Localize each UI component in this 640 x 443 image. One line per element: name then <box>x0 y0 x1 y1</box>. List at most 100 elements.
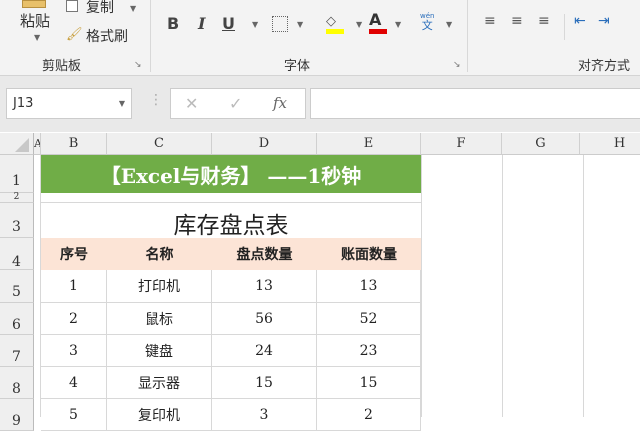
column-header-g[interactable]: G <box>502 133 580 155</box>
phonetic-button[interactable]: wén 文 <box>420 13 434 32</box>
bold-button[interactable]: B <box>167 14 179 33</box>
separator <box>564 14 565 40</box>
table-cell[interactable]: 复印机 <box>107 399 212 431</box>
table-cell[interactable]: 56 <box>212 303 317 335</box>
table-row: 5 复印机 3 2 <box>41 399 421 431</box>
row-header-2[interactable]: 2 <box>0 193 34 203</box>
table-cell[interactable]: 5 <box>41 399 107 431</box>
font-group-label: 字体 <box>284 59 311 74</box>
table-cell[interactable]: 鼠标 <box>107 303 212 335</box>
name-box[interactable]: J13 ▼ <box>6 88 132 119</box>
row-header-3[interactable]: 3 <box>0 203 34 238</box>
cancel-button[interactable]: ✕ <box>185 94 198 113</box>
column-header-d[interactable]: D <box>212 133 317 155</box>
row-header-6[interactable]: 6 <box>0 303 34 335</box>
select-all-button[interactable] <box>0 133 34 155</box>
phonetic-bottom: 文 <box>421 19 433 32</box>
formula-buttons: ✕ ✓ fx <box>170 88 306 119</box>
column-header-e[interactable]: E <box>317 133 421 155</box>
decrease-indent-icon[interactable]: ⇤ <box>574 13 586 29</box>
paste-button[interactable]: 粘贴 <box>20 10 50 31</box>
row-header-1[interactable]: 1 <box>0 155 34 193</box>
table-cell[interactable]: 键盘 <box>107 335 212 367</box>
paste-icon <box>22 0 46 8</box>
font-color-button[interactable]: A <box>369 10 387 34</box>
table-row: 4 显示器 15 15 <box>41 367 421 399</box>
grid-empty-area[interactable] <box>421 155 640 417</box>
column-header-b[interactable]: B <box>41 133 107 155</box>
table-cell[interactable]: 15 <box>317 367 421 399</box>
insert-function-button[interactable]: fx <box>273 94 287 112</box>
table-cell[interactable]: 23 <box>317 335 421 367</box>
table-cell[interactable]: 打印机 <box>107 270 212 303</box>
fill-color-dropdown[interactable]: ▼ <box>356 20 362 29</box>
italic-button[interactable]: I <box>198 14 205 33</box>
align-center-icon[interactable]: ≡ <box>511 13 523 29</box>
copy-dropdown[interactable]: ▼ <box>130 4 136 13</box>
fill-color-icon[interactable]: ◇ <box>326 14 344 34</box>
row-header-4[interactable]: 4 <box>0 238 34 270</box>
table-row: 2 鼠标 56 52 <box>41 303 421 335</box>
underline-button[interactable]: U <box>222 14 235 33</box>
header-cell[interactable]: 账面数量 <box>317 238 421 270</box>
underline-dropdown[interactable]: ▼ <box>252 20 258 29</box>
font-color-dropdown[interactable]: ▼ <box>395 20 401 29</box>
ribbon: 粘贴 ▼ 复制 ▼ 🖌 格式刷 剪贴板 ↘ B I U ▼ ▼ ◇ ▼ A ▼ … <box>0 0 640 76</box>
border-icon[interactable] <box>272 16 288 32</box>
font-color-bar-icon <box>369 29 387 34</box>
data-rows: 1 打印机 13 13 2 鼠标 56 52 3 键盘 24 23 4 显示器 15 15 5 复印机 3 2 <box>41 270 421 431</box>
header-cell[interactable]: 序号 <box>41 238 107 270</box>
border-dropdown[interactable]: ▼ <box>297 20 303 29</box>
enter-button[interactable]: ✓ <box>229 94 242 113</box>
clipboard-group-label: 剪贴板 <box>42 59 82 74</box>
table-row: 3 键盘 24 23 <box>41 335 421 367</box>
row-header-5[interactable]: 5 <box>0 270 34 303</box>
table-cell[interactable]: 15 <box>212 367 317 399</box>
formula-bar-area: J13 ▼ ⋮ ✕ ✓ fx <box>0 76 640 132</box>
paste-dropdown[interactable]: ▼ <box>34 33 40 42</box>
table-cell[interactable]: 24 <box>212 335 317 367</box>
table-cell[interactable]: 1 <box>41 270 107 303</box>
column-header-c[interactable]: C <box>107 133 212 155</box>
copy-icon <box>66 0 78 12</box>
header-row: 序号 名称 盘点数量 账面数量 <box>41 238 421 270</box>
table-cell[interactable]: 13 <box>212 270 317 303</box>
header-cell[interactable]: 盘点数量 <box>212 238 317 270</box>
column-header-h[interactable]: H <box>580 133 640 155</box>
row-header-9[interactable]: 9 <box>0 399 34 431</box>
table-cell[interactable]: 显示器 <box>107 367 212 399</box>
separator <box>150 0 151 72</box>
copy-button[interactable]: 复制 <box>86 0 114 17</box>
name-box-value: J13 <box>13 96 34 111</box>
phonetic-dropdown[interactable]: ▼ <box>446 20 452 29</box>
table-cell[interactable]: 4 <box>41 367 107 399</box>
row-header-8[interactable]: 8 <box>0 367 34 399</box>
formula-input[interactable] <box>310 88 640 119</box>
table-cell[interactable]: 52 <box>317 303 421 335</box>
row-header-7[interactable]: 7 <box>0 335 34 367</box>
table-cell[interactable]: 2 <box>317 399 421 431</box>
column-header-f[interactable]: F <box>421 133 502 155</box>
row-2-cell[interactable] <box>41 193 421 203</box>
table-cell[interactable]: 2 <box>41 303 107 335</box>
drag-handle-icon[interactable]: ⋮ <box>149 92 163 108</box>
font-launcher-icon[interactable]: ↘ <box>453 60 461 70</box>
alignment-group-label: 对齐方式 <box>578 59 631 74</box>
table-row: 1 打印机 13 13 <box>41 270 421 303</box>
align-right-icon[interactable]: ≡ <box>538 13 550 29</box>
header-cell[interactable]: 名称 <box>107 238 212 270</box>
clipboard-launcher-icon[interactable]: ↘ <box>134 60 142 70</box>
table-cell[interactable]: 3 <box>41 335 107 367</box>
table-title[interactable]: 库存盘点表 <box>41 203 421 239</box>
banner-cell[interactable]: 【Excel与财务】 ——1秒钟 <box>41 155 421 193</box>
increase-indent-icon[interactable]: ⇥ <box>598 13 610 29</box>
font-color-glyph: A <box>369 10 382 29</box>
name-box-dropdown[interactable]: ▼ <box>119 89 125 118</box>
format-painter-icon: 🖌 <box>66 27 83 42</box>
table-cell[interactable]: 13 <box>317 270 421 303</box>
column-a-cells[interactable] <box>34 155 41 417</box>
align-left-icon[interactable]: ≡ <box>484 13 496 29</box>
column-header-a[interactable]: A <box>34 133 41 155</box>
format-painter-button[interactable]: 格式刷 <box>86 26 128 46</box>
table-cell[interactable]: 3 <box>212 399 317 431</box>
